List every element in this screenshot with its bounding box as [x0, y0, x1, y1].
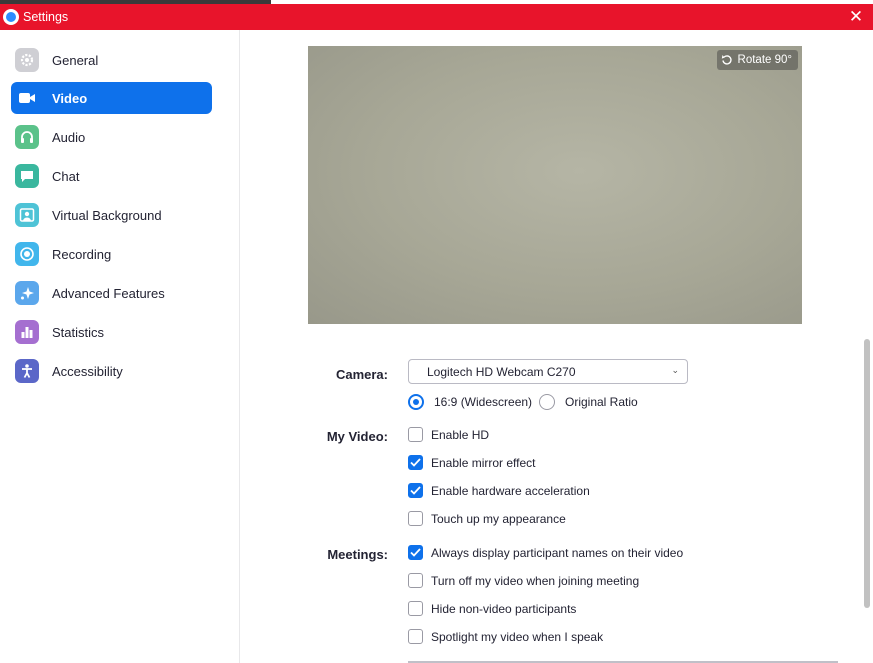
person-background-icon [15, 203, 39, 227]
hardware-acceleration-option[interactable]: Enable hardware acceleration [408, 483, 590, 498]
rotate-label: Rotate 90° [737, 54, 792, 66]
checkbox[interactable] [408, 629, 423, 644]
checkbox[interactable] [408, 511, 423, 526]
radio-button[interactable] [408, 394, 424, 410]
checkmark-icon [410, 458, 421, 467]
checkbox-label: Always display participant names on thei… [431, 545, 684, 560]
sidebar: General Video Audio Chat Virtual Backgro… [0, 30, 240, 663]
title-bar: Settings ✕ [0, 4, 873, 30]
touch-up-appearance-option[interactable]: Touch up my appearance [408, 511, 566, 526]
my-video-label: My Video: [326, 429, 388, 444]
gear-icon [15, 48, 39, 72]
checkbox-label: Turn off my video when joining meeting [431, 573, 640, 588]
checkbox-label: Touch up my appearance [431, 511, 566, 526]
enable-hd-option[interactable]: Enable HD [408, 427, 489, 442]
sidebar-item-accessibility[interactable]: Accessibility [11, 355, 212, 387]
sidebar-item-label: General [52, 52, 99, 68]
sidebar-item-general[interactable]: General [11, 44, 212, 76]
camera-select-value: Logitech HD Webcam C270 [427, 364, 576, 379]
camera-select[interactable]: Logitech HD Webcam C270 ⌄ [408, 359, 688, 384]
spotlight-video-option[interactable]: Spotlight my video when I speak [408, 629, 603, 644]
checkbox-label: Hide non-video participants [431, 601, 577, 616]
sidebar-item-label: Audio [52, 129, 86, 145]
radio-label: Original Ratio [565, 395, 638, 409]
rotate-90-button[interactable]: Rotate 90° [716, 50, 798, 70]
record-icon [15, 242, 39, 266]
checkmark-icon [410, 548, 421, 557]
meetings-label: Meetings: [327, 547, 388, 562]
accessibility-person-icon [15, 359, 39, 383]
checkbox-label: Enable HD [431, 427, 490, 442]
sidebar-item-statistics[interactable]: Statistics [11, 316, 212, 348]
chevron-down-icon: ⌄ [671, 365, 679, 375]
sidebar-item-audio[interactable]: Audio [11, 121, 212, 153]
sidebar-item-advanced-features[interactable]: Advanced Features [11, 277, 212, 309]
chat-bubble-icon [15, 164, 39, 188]
checkbox[interactable] [408, 483, 423, 498]
sidebar-item-label: Chat [52, 168, 80, 184]
checkbox-label: Spotlight my video when I speak [431, 629, 604, 644]
checkbox[interactable] [408, 455, 423, 470]
sidebar-item-virtual-background[interactable]: Virtual Background [11, 199, 212, 231]
headphones-icon [15, 125, 39, 149]
sidebar-item-label: Advanced Features [52, 285, 165, 301]
sidebar-item-label: Video [52, 90, 88, 106]
radio-widescreen[interactable]: 16:9 (Widescreen) [408, 394, 532, 410]
video-camera-icon [15, 86, 39, 110]
sidebar-item-recording[interactable]: Recording [11, 238, 212, 270]
checkbox[interactable] [408, 573, 423, 588]
close-icon[interactable]: ✕ [847, 8, 865, 26]
checkbox[interactable] [408, 545, 423, 560]
radio-original-ratio[interactable]: Original Ratio [539, 394, 638, 410]
hide-non-video-option[interactable]: Hide non-video participants [408, 601, 576, 616]
checkbox-label: Enable mirror effect [431, 455, 536, 470]
sidebar-item-label: Recording [52, 246, 112, 262]
mirror-effect-option[interactable]: Enable mirror effect [408, 455, 536, 470]
sparkle-icon [15, 281, 39, 305]
display-participant-names-option[interactable]: Always display participant names on thei… [408, 545, 683, 560]
rotate-icon [721, 55, 732, 65]
zoom-logo-icon [3, 9, 19, 25]
bar-chart-icon [15, 320, 39, 344]
sidebar-item-video[interactable]: Video [11, 82, 212, 114]
sidebar-item-chat[interactable]: Chat [11, 160, 212, 192]
checkbox[interactable] [408, 601, 423, 616]
radio-label: 16:9 (Widescreen) [434, 395, 533, 409]
sidebar-item-label: Statistics [52, 324, 105, 340]
scrollbar-thumb[interactable] [864, 339, 870, 608]
camera-preview: Rotate 90° [308, 46, 802, 324]
sidebar-item-label: Accessibility [52, 363, 123, 379]
window-title: Settings [23, 10, 69, 24]
checkmark-icon [410, 486, 421, 495]
sidebar-item-label: Virtual Background [52, 207, 162, 223]
radio-button[interactable] [539, 394, 555, 410]
video-settings-panel: Rotate 90° Camera: Logitech HD Webcam C2… [241, 30, 873, 663]
camera-label: Camera: [335, 367, 388, 382]
checkbox[interactable] [408, 427, 423, 442]
turn-off-video-option[interactable]: Turn off my video when joining meeting [408, 573, 639, 588]
checkbox-label: Enable hardware acceleration [431, 483, 590, 498]
clipped-option-row [408, 658, 858, 663]
